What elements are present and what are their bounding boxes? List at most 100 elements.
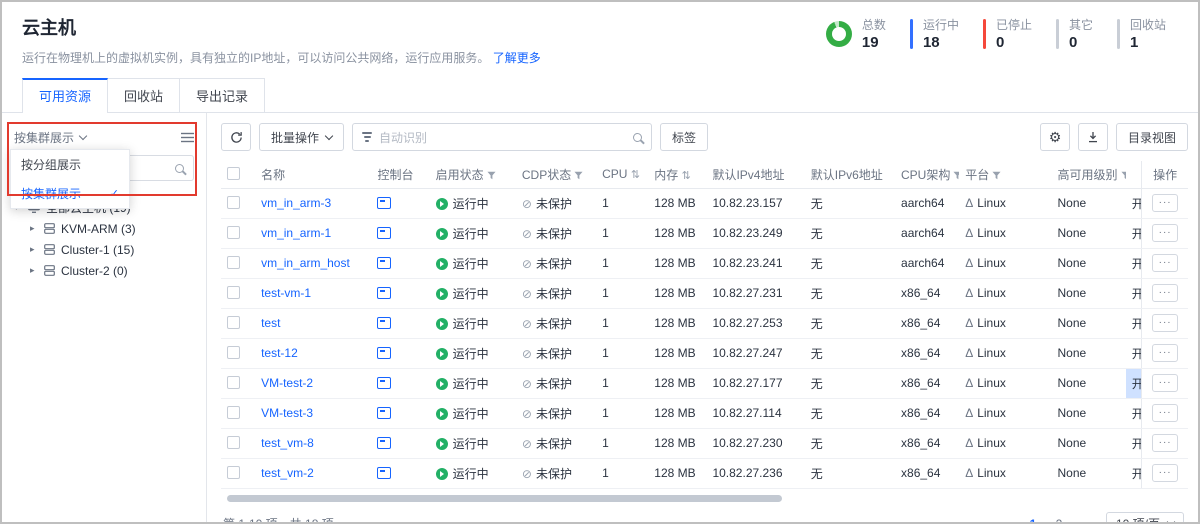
row-actions-button[interactable]: ··· xyxy=(1152,464,1178,482)
filter-icon[interactable] xyxy=(992,171,1001,180)
vm-name-link[interactable]: vm_in_arm-3 xyxy=(261,196,331,210)
row-checkbox[interactable] xyxy=(227,466,240,479)
filter-icon[interactable] xyxy=(1121,171,1126,180)
vm-name-link[interactable]: test_vm-8 xyxy=(261,436,314,450)
learn-more-link[interactable]: 了解更多 xyxy=(493,51,541,65)
status-text: 运行中 xyxy=(453,287,489,301)
ha-cell: None xyxy=(1051,278,1125,308)
tab-recycle-bin[interactable]: 回收站 xyxy=(107,78,180,112)
vm-name-link[interactable]: vm_in_arm-1 xyxy=(261,226,331,240)
select-all-checkbox[interactable] xyxy=(227,167,240,180)
filter-icon[interactable] xyxy=(953,171,959,180)
batch-actions-button[interactable]: 批量操作 xyxy=(259,123,344,151)
tag-button[interactable]: 标签 xyxy=(660,123,708,151)
vm-name-link[interactable]: test_vm-2 xyxy=(261,466,314,480)
cpu-cell: 1 xyxy=(596,308,648,338)
row-actions-button[interactable]: ··· xyxy=(1152,284,1178,302)
menu-item-cluster-view[interactable]: 按集群展示 ✓ xyxy=(11,179,129,208)
cpu-cell: 1 xyxy=(596,458,648,488)
tab-export-records[interactable]: 导出记录 xyxy=(179,78,265,112)
page-1-button[interactable]: 1 xyxy=(1022,513,1044,524)
tab-available-resources[interactable]: 可用资源 xyxy=(22,78,108,112)
column-header-cpu[interactable]: CPU ⇅ xyxy=(596,161,648,188)
row-checkbox[interactable] xyxy=(227,256,240,269)
column-header-status[interactable]: 启用状态 xyxy=(430,161,516,188)
vm-name-link[interactable]: VM-test-3 xyxy=(261,406,313,420)
refresh-button[interactable] xyxy=(221,123,251,151)
running-status-icon xyxy=(436,468,448,480)
display-mode-dropdown[interactable]: 按集群展示 xyxy=(2,125,206,149)
settings-button[interactable]: ⚙ xyxy=(1040,123,1070,151)
page-header: 云主机 运行在物理机上的虚拟机实例，具有独立的IP地址，可以访问公共网络，运行应… xyxy=(2,2,1198,70)
column-header-cdp[interactable]: CDP状态 xyxy=(516,161,596,188)
scrollbar-thumb[interactable] xyxy=(227,495,782,502)
column-header-ha[interactable]: 高可用级别 xyxy=(1051,161,1125,188)
row-checkbox[interactable] xyxy=(227,316,240,329)
check-icon: ✓ xyxy=(110,187,119,200)
tree-item-cluster-2[interactable]: ▸ Cluster-2 (0) xyxy=(2,260,206,281)
stat-value: 18 xyxy=(923,34,959,51)
console-icon[interactable] xyxy=(377,407,391,419)
menu-item-group-view[interactable]: 按分组展示 xyxy=(11,150,129,179)
column-header-label: CPU xyxy=(602,167,627,181)
row-actions-button[interactable]: ··· xyxy=(1152,194,1178,212)
page-2-button[interactable]: 2 xyxy=(1048,513,1070,524)
row-actions-button[interactable]: ··· xyxy=(1152,224,1178,242)
row-checkbox[interactable] xyxy=(227,376,240,389)
sort-icon[interactable]: ⇅ xyxy=(682,170,691,182)
console-icon[interactable] xyxy=(377,227,391,239)
row-actions-button[interactable]: ··· xyxy=(1152,404,1178,422)
row-actions-button[interactable]: ··· xyxy=(1152,254,1178,272)
console-icon[interactable] xyxy=(377,197,391,209)
column-header-checkbox[interactable] xyxy=(221,161,255,188)
column-header-arch[interactable]: CPU架构 xyxy=(895,161,959,188)
sort-icon[interactable]: ⇅ xyxy=(631,169,640,181)
caret-right-icon[interactable]: ▸ xyxy=(30,244,38,255)
row-checkbox[interactable] xyxy=(227,196,240,209)
vm-name-link[interactable]: test-vm-1 xyxy=(261,286,311,300)
row-checkbox[interactable] xyxy=(227,286,240,299)
row-checkbox[interactable] xyxy=(227,226,240,239)
list-view-icon[interactable] xyxy=(181,132,194,143)
row-actions-button[interactable]: ··· xyxy=(1152,434,1178,452)
filter-icon[interactable] xyxy=(487,171,496,180)
cloud-host-app: 云主机 运行在物理机上的虚拟机实例，具有独立的IP地址，可以访问公共网络，运行应… xyxy=(0,0,1200,524)
gear-icon: ⚙ xyxy=(1049,130,1062,144)
console-icon[interactable] xyxy=(377,467,391,479)
search-icon[interactable] xyxy=(633,133,642,142)
tree-item-cluster-1[interactable]: ▸ Cluster-1 (15) xyxy=(2,239,206,260)
next-page-button[interactable]: › xyxy=(1074,513,1096,524)
console-icon[interactable] xyxy=(377,377,391,389)
vm-name-link[interactable]: VM-test-2 xyxy=(261,376,313,390)
vm-name-link[interactable]: vm_in_arm_host xyxy=(261,256,350,270)
row-checkbox[interactable] xyxy=(227,436,240,449)
vm-name-link[interactable]: test xyxy=(261,316,280,330)
tree-item-kvm-arm[interactable]: ▸ KVM-ARM (3) xyxy=(2,218,206,239)
row-actions-button[interactable]: ··· xyxy=(1152,374,1178,392)
export-button[interactable] xyxy=(1078,123,1108,151)
directory-view-button[interactable]: 目录视图 xyxy=(1116,123,1188,151)
filter-type-icon[interactable] xyxy=(362,132,372,142)
filter-icon[interactable] xyxy=(574,171,583,180)
row-checkbox[interactable] xyxy=(227,406,240,419)
caret-right-icon[interactable]: ▸ xyxy=(30,223,38,234)
prev-page-button[interactable]: ‹ xyxy=(996,513,1018,524)
column-header-memory[interactable]: 内存 ⇅ xyxy=(648,161,706,188)
console-icon[interactable] xyxy=(377,317,391,329)
console-icon[interactable] xyxy=(377,257,391,269)
table-search-input[interactable]: 自动识别 xyxy=(352,123,652,151)
console-icon[interactable] xyxy=(377,437,391,449)
ipv4-cell: 10.82.23.249 xyxy=(706,218,804,248)
caret-right-icon[interactable]: ▸ xyxy=(30,265,38,276)
row-checkbox[interactable] xyxy=(227,346,240,359)
console-icon[interactable] xyxy=(377,347,391,359)
clipped-cell: 开 xyxy=(1126,428,1142,458)
row-actions-button[interactable]: ··· xyxy=(1152,314,1178,332)
page-size-select[interactable]: 10 项/页 xyxy=(1106,512,1184,524)
vm-name-link[interactable]: test-12 xyxy=(261,346,298,360)
column-header-platform[interactable]: 平台 xyxy=(959,161,1051,188)
console-icon[interactable] xyxy=(377,287,391,299)
ha-cell: None xyxy=(1051,308,1125,338)
platform-text: Linux xyxy=(977,466,1006,480)
row-actions-button[interactable]: ··· xyxy=(1152,344,1178,362)
